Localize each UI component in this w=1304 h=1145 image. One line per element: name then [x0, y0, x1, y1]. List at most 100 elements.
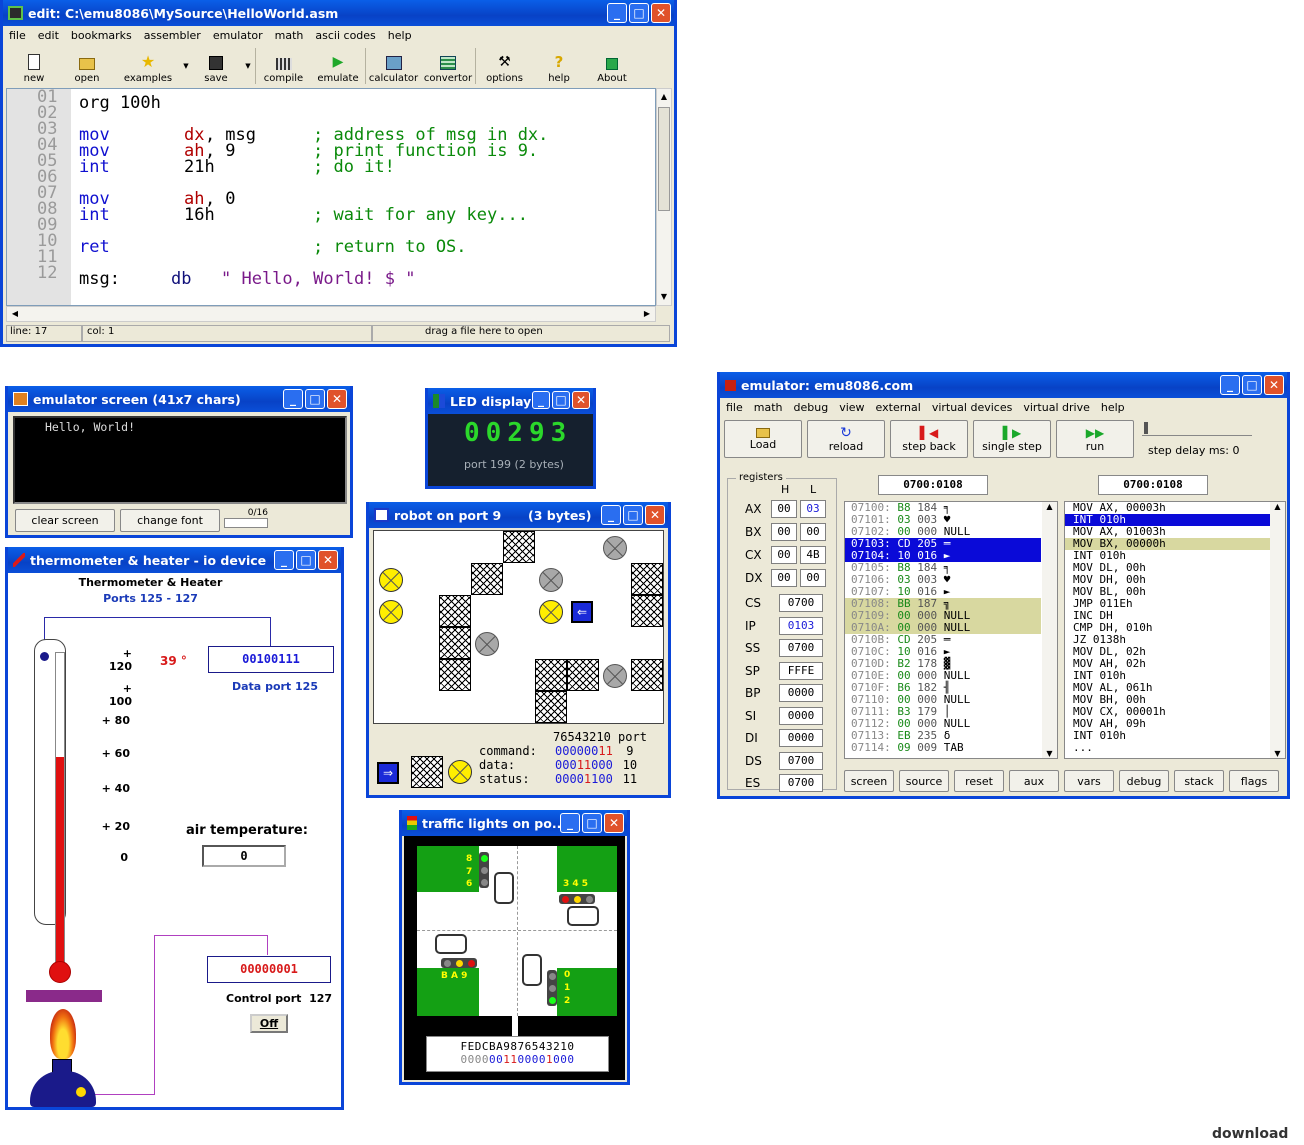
- scroll-right-arrow[interactable]: ▶: [639, 307, 655, 321]
- menu-assembler[interactable]: assembler: [144, 29, 201, 43]
- air-temperature-input[interactable]: 0: [202, 845, 286, 867]
- register-value[interactable]: 0700: [779, 774, 823, 792]
- scroll-up-arrow[interactable]: ▲: [657, 89, 671, 105]
- vars-button[interactable]: vars: [1064, 770, 1114, 792]
- code-editor[interactable]: 01 02 03 04 05 06 07 08 09 10 11 12 org …: [6, 88, 656, 306]
- stack-button[interactable]: stack: [1174, 770, 1224, 792]
- register-value[interactable]: 0000: [779, 729, 823, 747]
- menu-virtual-devices[interactable]: virtual devices: [932, 401, 1013, 415]
- scroll-left-arrow[interactable]: ◀: [7, 307, 23, 321]
- clear-screen-button[interactable]: clear screen: [15, 509, 115, 532]
- open-button[interactable]: open: [59, 48, 115, 84]
- register-value[interactable]: 0700: [779, 639, 823, 657]
- save-button[interactable]: save: [191, 48, 241, 84]
- memory-listing[interactable]: 07100: B8 184 ╕ 07101: 03 003 ♥ 07102: 00 …: [844, 501, 1058, 759]
- load-button[interactable]: Load: [724, 420, 802, 458]
- menu-math[interactable]: math: [754, 401, 783, 415]
- menu-virtual-drive[interactable]: virtual drive: [1023, 401, 1090, 415]
- close-button[interactable]: ✕: [327, 389, 347, 409]
- maximize-button[interactable]: □: [1242, 375, 1262, 395]
- step-back-button[interactable]: ▌◀ step back: [890, 420, 968, 458]
- register-low[interactable]: 03: [800, 500, 826, 518]
- thermo-titlebar[interactable]: thermometer & heater - io device _ □ ✕: [8, 547, 341, 573]
- close-button[interactable]: ✕: [572, 391, 590, 409]
- screen-titlebar[interactable]: emulator screen (41x7 chars) _ □ ✕: [8, 386, 350, 412]
- disassembly-listing[interactable]: MOV AX, 00003h INT 010h MOV AX, 01003h MOV …: [1064, 501, 1286, 759]
- compile-button[interactable]: compile: [255, 48, 311, 84]
- minimize-button[interactable]: _: [532, 391, 550, 409]
- maximize-button[interactable]: □: [552, 391, 570, 409]
- run-button[interactable]: ▶▶ run: [1056, 420, 1134, 458]
- register-value[interactable]: 0000: [779, 684, 823, 702]
- menu-debug[interactable]: debug: [794, 401, 829, 415]
- new-button[interactable]: new: [9, 48, 59, 84]
- calculator-button[interactable]: calculator: [365, 48, 421, 84]
- maximize-button[interactable]: □: [623, 505, 643, 525]
- register-high[interactable]: 00: [771, 546, 797, 564]
- register-value[interactable]: FFFE: [779, 661, 823, 680]
- emulate-button[interactable]: ▶ emulate: [311, 48, 365, 84]
- memory-scrollbar[interactable]: ▲ ▼: [1042, 502, 1057, 758]
- close-button[interactable]: ✕: [604, 813, 624, 833]
- editor-titlebar[interactable]: edit: C:\emu8086\MySource\HelloWorld.asm…: [3, 0, 674, 26]
- maximize-button[interactable]: □: [305, 389, 325, 409]
- options-button[interactable]: ⚒ options: [475, 48, 533, 84]
- convertor-button[interactable]: convertor: [421, 48, 475, 84]
- reload-button[interactable]: ↻ reload: [807, 420, 885, 458]
- screen-button[interactable]: screen: [844, 770, 894, 792]
- maximize-button[interactable]: □: [629, 3, 649, 23]
- help-button[interactable]: ? help: [533, 48, 585, 84]
- vertical-scrollbar[interactable]: ▲ ▼: [656, 88, 672, 306]
- register-value[interactable]: 0103: [779, 616, 823, 635]
- minimize-button[interactable]: _: [1220, 375, 1240, 395]
- reset-button[interactable]: reset: [954, 770, 1004, 792]
- close-button[interactable]: ✕: [645, 505, 665, 525]
- examples-dropdown[interactable]: ▼: [181, 48, 191, 84]
- examples-button[interactable]: ★ examples: [115, 48, 181, 85]
- memory-row[interactable]: 07114: 09 009 TAB: [845, 742, 1041, 754]
- register-high[interactable]: 00: [771, 569, 797, 587]
- single-step-button[interactable]: ▌▶ single step: [973, 420, 1051, 458]
- menu-external[interactable]: external: [876, 401, 921, 415]
- off-button[interactable]: Off: [250, 1014, 288, 1033]
- aux-button[interactable]: aux: [1009, 770, 1059, 792]
- minimize-button[interactable]: _: [607, 3, 627, 23]
- source-button[interactable]: source: [899, 770, 949, 792]
- horizontal-scrollbar[interactable]: ◀ ▶: [6, 306, 656, 322]
- close-button[interactable]: ✕: [318, 550, 338, 570]
- maximize-button[interactable]: □: [296, 550, 316, 570]
- about-button[interactable]: About: [585, 48, 639, 84]
- minimize-button[interactable]: _: [560, 813, 580, 833]
- instruction-row[interactable]: INT 010h: [1065, 730, 1271, 742]
- disassembly-scrollbar[interactable]: ▲ ▼: [1270, 502, 1285, 758]
- register-value[interactable]: 0000: [779, 706, 823, 725]
- robot-titlebar[interactable]: robot on port 9 (3 bytes) _ □ ✕: [369, 502, 668, 528]
- minimize-button[interactable]: _: [283, 389, 303, 409]
- register-high[interactable]: 00: [771, 523, 797, 541]
- instruction-row[interactable]: ...: [1065, 742, 1271, 754]
- register-value[interactable]: 0700: [779, 751, 823, 770]
- minimize-button[interactable]: _: [274, 550, 294, 570]
- menu-emulator[interactable]: emulator: [213, 29, 263, 43]
- register-high[interactable]: 00: [771, 500, 797, 518]
- menu-file[interactable]: file: [726, 401, 743, 415]
- scroll-down-arrow[interactable]: ▼: [657, 289, 671, 305]
- traffic-titlebar[interactable]: traffic lights on po... _ □ ✕: [402, 810, 627, 836]
- menu-help[interactable]: help: [388, 29, 412, 43]
- flags-button[interactable]: flags: [1229, 770, 1279, 792]
- menu-bookmarks[interactable]: bookmarks: [71, 29, 132, 43]
- register-low[interactable]: 00: [800, 569, 826, 587]
- menu-file[interactable]: file: [9, 29, 26, 43]
- menu-help[interactable]: help: [1101, 401, 1125, 415]
- maximize-button[interactable]: □: [582, 813, 602, 833]
- register-low[interactable]: 4B: [800, 546, 826, 564]
- register-value[interactable]: 0700: [779, 594, 823, 612]
- scroll-thumb[interactable]: [658, 107, 670, 211]
- menu-math[interactable]: math: [275, 29, 304, 43]
- close-button[interactable]: ✕: [651, 3, 671, 23]
- menu-ascii-codes[interactable]: ascii codes: [315, 29, 375, 43]
- emulator-titlebar[interactable]: emulator: emu8086.com _ □ ✕: [720, 372, 1287, 398]
- debug-button[interactable]: debug: [1119, 770, 1169, 792]
- led-titlebar[interactable]: LED display _ □ ✕: [428, 388, 593, 414]
- slider-thumb[interactable]: [1144, 422, 1148, 434]
